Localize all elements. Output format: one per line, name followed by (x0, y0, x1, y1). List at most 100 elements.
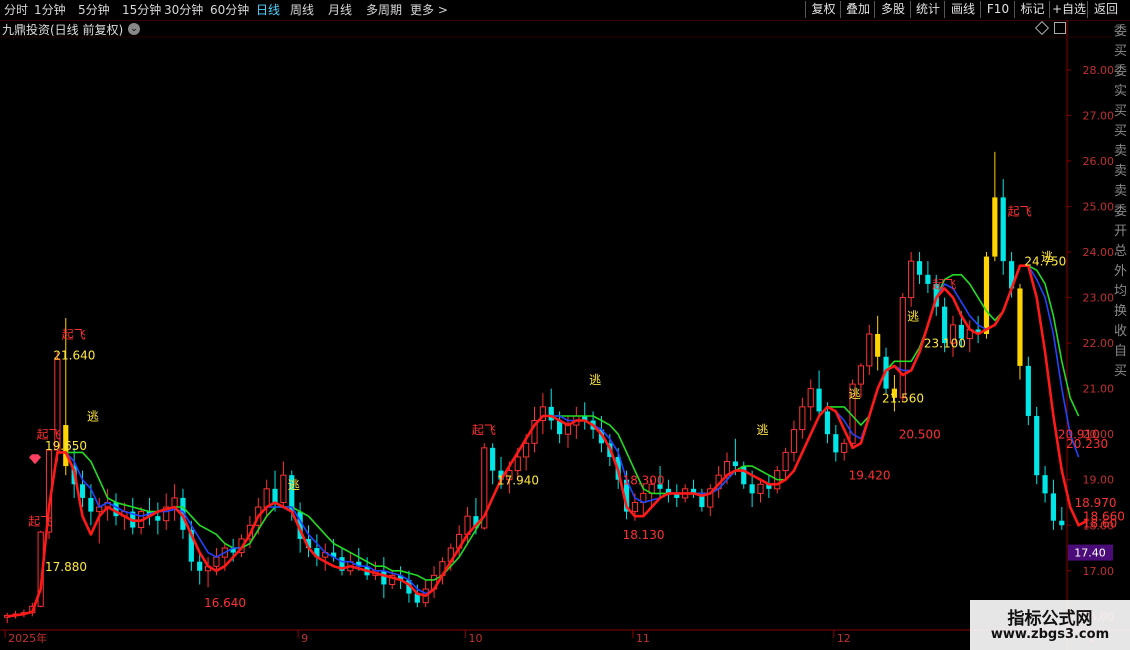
annotation-17: 21.560 (882, 391, 924, 405)
candle-body-32 (272, 488, 278, 503)
annotation-6: 逃 (87, 410, 99, 424)
side-label-10: 开 (1114, 224, 1128, 239)
candle-body-100 (841, 442, 848, 453)
annotation-20: 23.100 (924, 337, 966, 351)
annotation-18: 20.500 (899, 428, 941, 442)
side-label-15: 收 (1114, 324, 1128, 339)
candle-body-107 (899, 297, 906, 399)
candle-body-90 (757, 483, 764, 494)
y-tick-label-11: 27.00 (1083, 109, 1115, 122)
y-tick-label-8: 24.00 (1083, 246, 1115, 259)
annotation-24: 逃 (1041, 250, 1053, 264)
candle-body-123 (1034, 415, 1040, 476)
x-tick-label-2: 10 (469, 632, 483, 645)
side-label-16: 自 (1114, 344, 1128, 359)
annotation-15: 19.420 (849, 469, 891, 483)
annotation-12: 18.300 (623, 473, 665, 487)
candle-body-109 (916, 261, 923, 275)
annotation-4: 起飞 (28, 514, 52, 528)
candle-body-125 (1050, 493, 1057, 521)
candle-body-93 (782, 451, 789, 472)
candle-body-10 (88, 497, 94, 512)
current-price-label: 17.40 (1074, 547, 1106, 560)
candle-body-117 (983, 256, 990, 334)
candle-body-97 (816, 388, 822, 412)
candle-body-94 (790, 429, 798, 453)
candle-body-58 (490, 447, 496, 471)
candle-body-119 (1000, 197, 1006, 262)
side-label-9: 委 (1114, 204, 1128, 219)
candle-body-33 (280, 474, 287, 503)
annotation-5: 17.880 (45, 560, 87, 574)
annotation-10: 17.940 (497, 473, 539, 487)
annotation-26: 20.230 (1066, 437, 1108, 451)
annotation-7: 16.640 (204, 596, 246, 610)
candle-body-124 (1042, 475, 1048, 494)
candle-body-103 (866, 333, 873, 367)
side-label-3: 实 (1114, 84, 1128, 99)
candle-body-89 (749, 484, 755, 494)
side-label-11: 总 (1114, 244, 1128, 259)
candle-body-99 (833, 434, 839, 453)
candle-body-96 (807, 388, 814, 408)
y-tick-label-10: 26.00 (1083, 155, 1115, 168)
candle-body-88 (741, 466, 747, 485)
candle-body-62 (523, 442, 530, 458)
candle-body-23 (197, 561, 203, 571)
x-tick-label-3: 11 (636, 632, 650, 645)
annotation-27: 18.970 (1075, 496, 1117, 510)
x-tick-label-4: 12 (837, 632, 851, 645)
side-label-6: 卖 (1114, 144, 1128, 159)
annotation-16: 逃 (849, 387, 861, 401)
candle-body-45 (381, 570, 387, 585)
y-tick-label-12: 28.00 (1083, 64, 1115, 77)
annotation-1: 起飞 (62, 328, 86, 342)
side-label-17: 买 (1114, 364, 1128, 379)
candle-body-9 (79, 484, 86, 498)
candle-body-61 (514, 456, 521, 472)
side-label-1: 买 (1114, 44, 1128, 59)
y-tick-label-7: 23.00 (1083, 292, 1115, 305)
candle-body-118 (992, 197, 998, 257)
watermark: 指标公式网 www.zbgs3.com (970, 600, 1130, 650)
candle-body-25 (213, 556, 220, 567)
annotation-3: 起飞 (37, 428, 61, 442)
annotation-21: 起飞 (932, 277, 956, 291)
candle-body-110 (925, 274, 931, 284)
y-tick-label-6: 22.00 (1083, 337, 1115, 350)
candle-body-98 (824, 411, 831, 435)
candlestick-chart: 16.0017.0018.0019.0020.0021.0022.0023.00… (0, 20, 1130, 650)
annotation-8: 逃 (288, 478, 300, 492)
side-info-panel: 委买委实买买卖卖卖委开总外均换收自买 (1112, 22, 1130, 628)
annotation-9: 起飞 (472, 423, 496, 437)
candle-body-126 (1059, 520, 1065, 526)
candle-body-104 (875, 334, 881, 357)
candle-body-75 (631, 501, 639, 513)
diamond-marker-icon (29, 454, 42, 465)
y-tick-label-5: 21.00 (1083, 383, 1115, 396)
y-tick-label-3: 19.00 (1083, 474, 1115, 487)
watermark-title: 指标公式网 (1007, 609, 1093, 629)
side-label-12: 外 (1114, 264, 1128, 279)
side-label-14: 换 (1114, 304, 1128, 319)
annotation-14: 逃 (756, 423, 768, 437)
side-label-5: 买 (1114, 124, 1128, 139)
candle-body-108 (908, 260, 915, 299)
candle-body-67 (564, 424, 572, 435)
side-label-8: 卖 (1114, 184, 1128, 199)
candle-body-65 (548, 406, 554, 421)
candle-body-102 (857, 365, 865, 385)
candle-body-122 (1025, 365, 1031, 416)
side-label-4: 买 (1114, 104, 1128, 119)
watermark-url: www.zbgs3.com (990, 627, 1110, 642)
side-label-13: 均 (1114, 284, 1128, 299)
candle-body-87 (732, 461, 738, 467)
annotation-19: 逃 (907, 309, 919, 323)
y-tick-label-1: 17.00 (1083, 565, 1115, 578)
side-label-2: 委 (1114, 64, 1128, 79)
x-tick-label-0: 2025年 (8, 631, 47, 645)
annotation-0: 21.640 (53, 349, 95, 363)
side-label-7: 卖 (1114, 164, 1128, 179)
y-tick-label-9: 25.00 (1083, 200, 1115, 213)
side-label-0: 委 (1114, 24, 1128, 39)
